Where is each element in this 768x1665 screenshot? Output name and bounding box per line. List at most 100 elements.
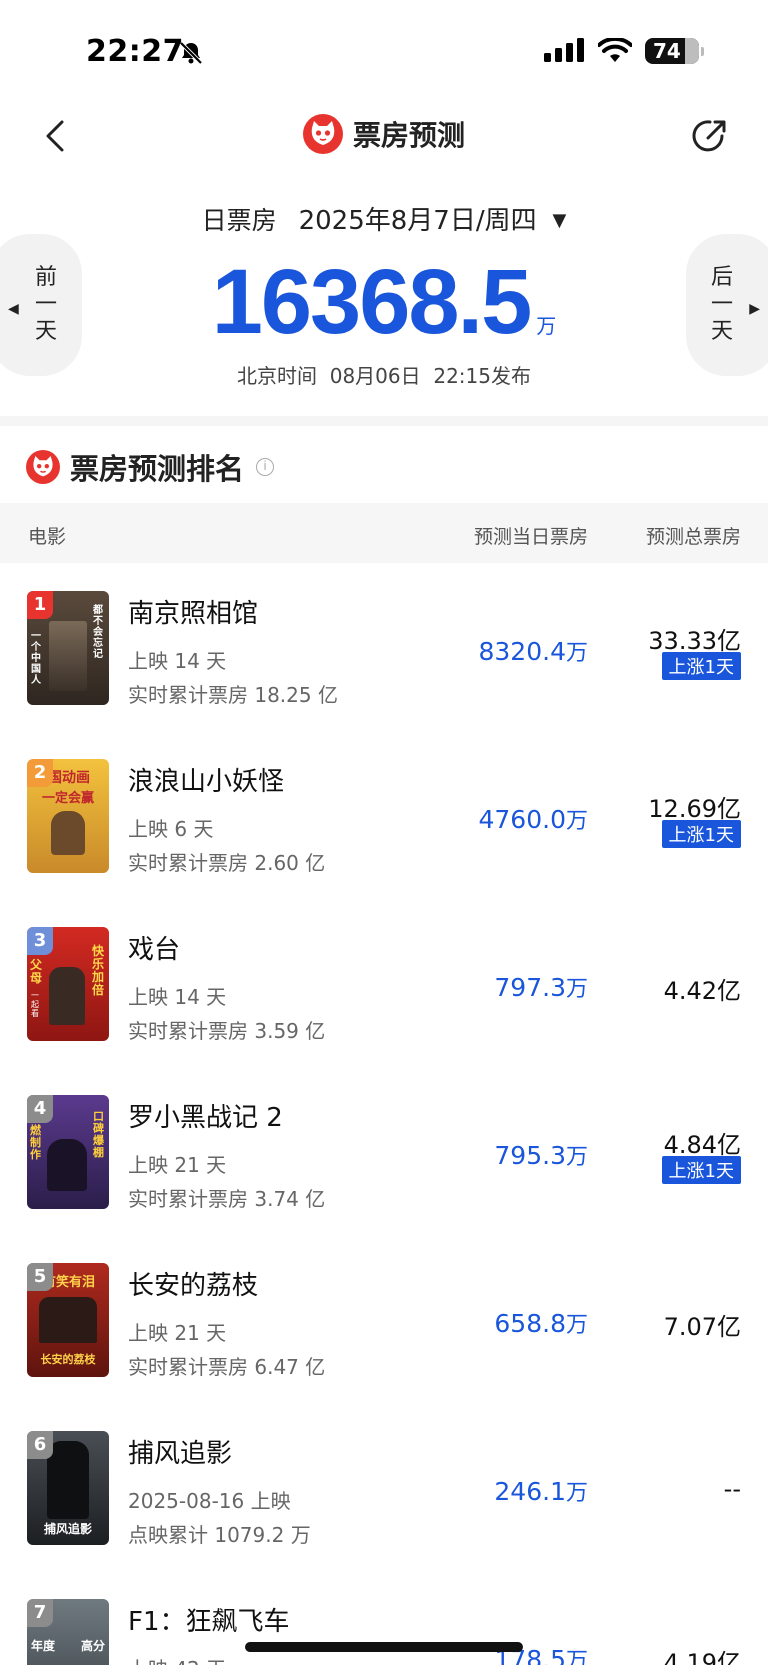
rank-badge: 4 <box>27 1095 53 1123</box>
poster-text: 口碑爆棚 <box>93 1110 104 1159</box>
column-header-predicted-day: 预测当日票房 <box>473 526 588 548</box>
movie-poster: 国动画 一定会赢 2 <box>27 759 109 873</box>
dropdown-triangle-icon: ▼ <box>552 210 567 231</box>
section-title: 票房预测排名 <box>70 452 245 486</box>
predicted-total: -- <box>723 1475 741 1503</box>
movie-title: 南京照相馆 <box>128 599 259 629</box>
info-icon[interactable]: i <box>256 458 275 476</box>
daily-box-office-header: 日票房 2025年8月7日/周四 ▼ 16368.5 万 北京时间 08月06日 … <box>0 190 768 410</box>
movie-cumulative: 实时累计票房 18.25 亿 <box>128 683 338 707</box>
home-indicator[interactable] <box>245 1642 523 1652</box>
predicted-day-value: 246.1 <box>494 1477 566 1506</box>
predicted-day-box-office: 4760.0万 <box>479 803 589 835</box>
page-title: 票房预测 <box>352 119 465 152</box>
poster-text: 都不会忘记 <box>93 605 103 660</box>
predicted-day-unit: 万 <box>565 977 588 1002</box>
share-button[interactable] <box>688 114 732 158</box>
battery-indicator: 74 <box>645 38 704 64</box>
date-selector[interactable]: 日票房 2025年8月7日/周四 ▼ <box>0 200 768 237</box>
rank-badge: 7 <box>27 1599 53 1627</box>
movie-title: 浪浪山小妖怪 <box>128 767 285 797</box>
wifi-icon <box>597 36 633 68</box>
movie-release-info: 上映 6 天 <box>128 817 214 841</box>
movie-row[interactable]: 国动画 一定会赢 2 浪浪山小妖怪 上映 6 天 实时累计票房 2.60 亿 4… <box>0 731 768 899</box>
movie-row[interactable]: 捕风追影 6 捕风追影 2025-08-16 上映 点映累计 1079.2 万 … <box>0 1403 768 1571</box>
daily-total: 16368.5 万 <box>0 250 768 355</box>
table-header: 电影 预测当日票房 预测总票房 <box>0 503 768 563</box>
trend-tag: 上涨1天 <box>661 1156 741 1184</box>
rank-badge: 2 <box>27 759 53 787</box>
movie-title: 捕风追影 <box>128 1439 233 1469</box>
movie-cumulative: 实时累计票房 3.74 亿 <box>128 1187 326 1211</box>
predicted-total: 12.69亿 <box>648 795 741 823</box>
predicted-total: 33.33亿 <box>648 627 741 655</box>
poster-text: 快乐加倍 <box>92 944 105 997</box>
previous-day-button[interactable]: ◀ 前 一 天 <box>0 234 82 376</box>
predicted-day-box-office: 797.3万 <box>494 971 588 1003</box>
predicted-total: 4.19亿 <box>663 1649 741 1665</box>
prev-day-char: 前 <box>34 265 57 290</box>
ranking-section-title: 票房预测排名 i <box>26 446 275 488</box>
ranking-list: 一个中国人 都不会忘记 1 南京照相馆 上映 14 天 实时累计票房 18.25… <box>0 563 768 1665</box>
bell-muted-icon <box>178 40 204 70</box>
movie-title: F1：狂飙飞车 <box>128 1607 290 1637</box>
movie-release-info: 上映 21 天 <box>128 1153 227 1177</box>
share-icon <box>692 120 726 152</box>
predicted-day-unit: 万 <box>565 1313 588 1338</box>
poster-text: 燃制作 <box>30 1124 41 1161</box>
predicted-day-box-office: 658.8万 <box>494 1307 588 1339</box>
poster-text: 高分 <box>80 1639 105 1653</box>
next-day-button[interactable]: ▶ 后 一 天 <box>686 234 768 376</box>
status-bar: 22:27 74 <box>0 0 768 100</box>
maoyan-cat-logo-icon <box>302 114 343 154</box>
nav-bar: 票房预测 <box>0 100 768 174</box>
movie-row[interactable]: 燃制作 口碑爆棚 4 罗小黑战记 2 上映 21 天 实时累计票房 3.74 亿… <box>0 1067 768 1235</box>
predicted-total: 7.07亿 <box>663 1313 741 1341</box>
predicted-day-value: 8320.4 <box>478 637 566 666</box>
predicted-day-box-office: 246.1万 <box>494 1475 588 1507</box>
maoyan-cat-logo-icon <box>26 450 60 484</box>
prev-day-char: 天 <box>34 319 57 344</box>
poster-text: 父母 <box>30 958 43 985</box>
battery-level: 74 <box>653 39 681 63</box>
predicted-total: 4.42亿 <box>663 977 741 1005</box>
movie-poster: 燃制作 口碑爆棚 4 <box>27 1095 109 1209</box>
rank-badge: 1 <box>27 591 53 619</box>
predicted-day-value: 4760.0 <box>478 805 566 834</box>
triangle-right-icon: ▶ <box>749 301 760 317</box>
movie-title: 长安的荔枝 <box>128 1271 259 1301</box>
column-header-movie: 电影 <box>28 526 67 548</box>
predicted-day-unit: 万 <box>565 809 588 834</box>
movie-release-info: 上映 14 天 <box>128 649 227 673</box>
predicted-day-unit: 万 <box>565 1649 588 1665</box>
poster-text: 年度 <box>31 1639 56 1653</box>
movie-row[interactable]: 一个中国人 都不会忘记 1 南京照相馆 上映 14 天 实时累计票房 18.25… <box>0 563 768 731</box>
poster-text: 长安的荔枝 <box>40 1353 96 1366</box>
daily-total-unit: 万 <box>536 314 557 338</box>
poster-text: 一定会赢 <box>41 791 94 806</box>
predicted-day-unit: 万 <box>565 641 588 666</box>
next-day-char: 天 <box>710 319 733 344</box>
movie-cumulative: 点映累计 1079.2 万 <box>128 1523 311 1547</box>
poster-text: 一个中国人 <box>31 631 41 686</box>
predicted-day-value: 658.8 <box>494 1309 566 1338</box>
movie-row[interactable]: 父母 快乐加倍 一起看 3 戏台 上映 14 天 实时累计票房 3.59 亿 7… <box>0 899 768 1067</box>
movie-poster: 捕风追影 6 <box>27 1431 109 1545</box>
predicted-day-box-office: 795.3万 <box>494 1139 588 1171</box>
movie-release-info: 2025-08-16 上映 <box>128 1489 291 1513</box>
predicted-day-box-office: 8320.4万 <box>479 635 589 667</box>
predicted-day-unit: 万 <box>565 1145 588 1170</box>
movie-poster: 年度 高分 7 <box>27 1599 109 1665</box>
rank-badge: 6 <box>27 1431 53 1459</box>
movie-release-info: 上映 21 天 <box>128 1321 227 1345</box>
rank-badge: 3 <box>27 927 53 955</box>
movie-title: 罗小黑战记 2 <box>128 1103 283 1133</box>
triangle-left-icon: ◀ <box>8 301 19 317</box>
movie-row[interactable]: 有笑有泪 长安的荔枝 5 长安的荔枝 上映 21 天 实时累计票房 6.47 亿… <box>0 1235 768 1403</box>
daily-box-office-label: 日票房 <box>201 206 277 235</box>
trend-tag: 上涨1天 <box>661 652 741 680</box>
rank-badge: 5 <box>27 1263 53 1291</box>
predicted-day-unit: 万 <box>565 1481 588 1506</box>
cellular-signal-icon <box>544 38 586 66</box>
prev-day-char: 一 <box>34 292 57 317</box>
